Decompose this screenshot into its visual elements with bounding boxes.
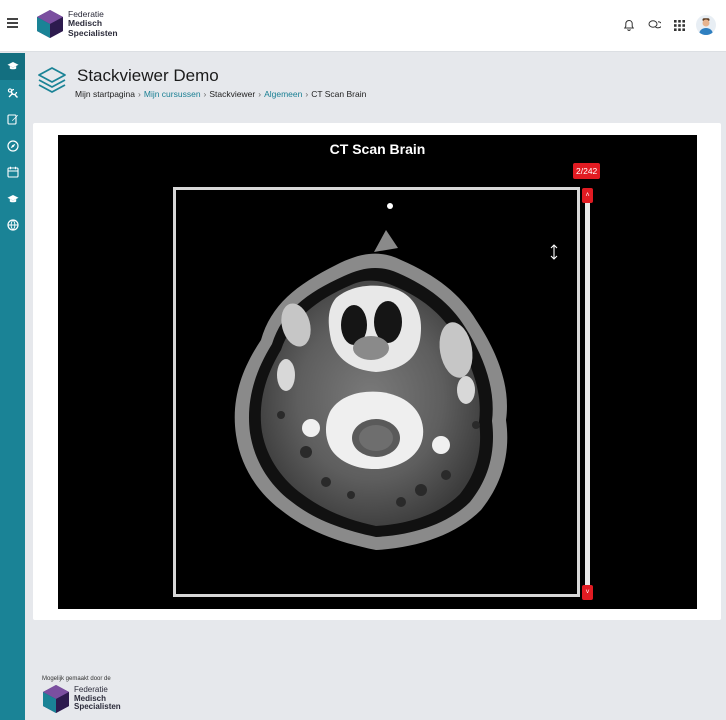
graduation-cap-icon: [7, 62, 18, 70]
slice-down-button[interactable]: ˅: [582, 585, 593, 600]
chevron-up-icon: ˄: [585, 192, 590, 199]
breadcrumb-item-courses[interactable]: Mijn cursussen: [144, 89, 201, 99]
content-card: CT Scan Brain 2/242 ˄ ˅: [33, 123, 721, 620]
navbar-icons: [613, 15, 716, 35]
slice-scrollbar[interactable]: [585, 203, 590, 593]
sidebar-item-home[interactable]: [0, 53, 25, 80]
slice-counter: 2/242: [573, 163, 601, 179]
breadcrumb-item-general[interactable]: Algemeen: [264, 89, 302, 99]
breadcrumb-separator: ›: [138, 89, 141, 99]
brand-name: Federatie Medisch Specialisten: [68, 9, 118, 39]
brand-line3: Specialisten: [68, 27, 118, 38]
footer-note: Mogelijk gemaakt door de: [42, 676, 111, 682]
footer-brand-line3: Specialisten: [74, 702, 121, 712]
chevron-down-icon: ˅: [585, 589, 590, 596]
scan-frame[interactable]: [173, 187, 580, 597]
sidebar-item-global[interactable]: [0, 212, 25, 239]
compass-icon: [6, 140, 19, 152]
tools-icon: [7, 88, 18, 98]
sidebar-item-calendar[interactable]: [0, 159, 25, 186]
footer-logo: Federatie Medisch Specialisten: [42, 684, 121, 714]
breadcrumb-separator: ›: [203, 89, 207, 99]
breadcrumb-item-current: CT Scan Brain: [311, 89, 367, 99]
breadcrumb-separator: ›: [305, 89, 309, 99]
breadcrumb: Mijn startpagina › Mijn cursussen › Stackvie…: [75, 89, 366, 99]
breadcrumb-item-stackviewer[interactable]: Stackviewer: [209, 89, 255, 99]
viewer-title: CT Scan Brain: [329, 141, 426, 157]
top-navbar: Federatie Medisch Specialisten: [0, 0, 726, 52]
edit-icon: [6, 114, 18, 125]
slice-up-button[interactable]: ˄: [582, 188, 593, 203]
fms-logo-icon: [37, 10, 63, 38]
sidebar-item-tools[interactable]: [0, 80, 25, 107]
sidebar-item-edit[interactable]: [0, 106, 25, 133]
sidebar-item-courses[interactable]: [0, 186, 25, 213]
resize-cursor-icon: [550, 244, 558, 260]
footer: Mogelijk gemaakt door de Federatie Medis…: [42, 676, 121, 714]
calendar-icon: [6, 167, 19, 178]
ct-scan-image[interactable]: [176, 190, 577, 594]
globe-icon: [6, 219, 19, 231]
page-title: Stackviewer Demo: [77, 66, 219, 85]
sidebar-item-explore[interactable]: [0, 133, 25, 160]
user-avatar-icon: [696, 15, 716, 35]
user-avatar[interactable]: [696, 15, 716, 35]
layers-stack-icon: [38, 67, 66, 93]
footer-brand-name: Federatie Medisch Specialisten: [74, 686, 121, 712]
apps-grid-icon[interactable]: [670, 16, 688, 34]
bell-icon[interactable]: [620, 16, 638, 34]
fms-logo-icon: [43, 685, 69, 713]
brand-logo[interactable]: Federatie Medisch Specialisten: [36, 9, 118, 39]
chat-icon[interactable]: [645, 16, 663, 34]
breadcrumb-item-home[interactable]: Mijn startpagina: [75, 89, 135, 99]
left-sidebar: [0, 53, 25, 720]
hamburger-icon[interactable]: [7, 18, 18, 28]
stack-viewer[interactable]: CT Scan Brain 2/242 ˄ ˅: [58, 135, 697, 609]
graduation-cap-icon: [7, 194, 18, 202]
breadcrumb-separator: ›: [258, 89, 262, 99]
